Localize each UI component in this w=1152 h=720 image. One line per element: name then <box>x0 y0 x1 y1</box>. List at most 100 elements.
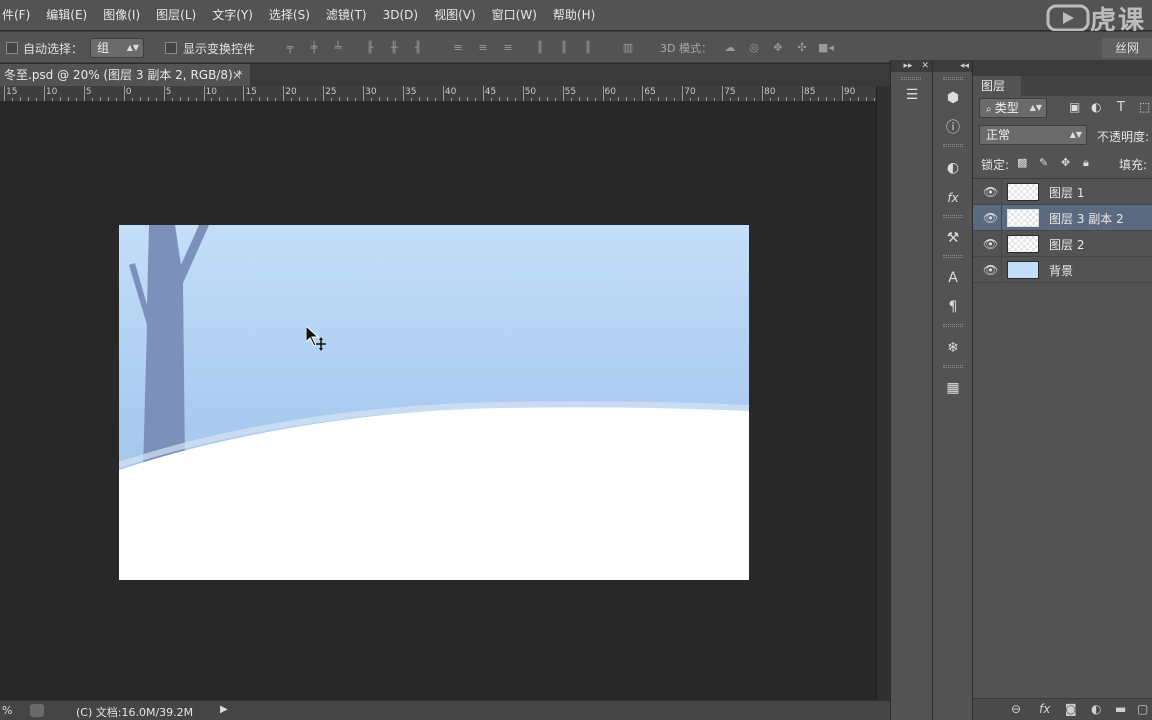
snowflake-icon[interactable]: ❄ <box>933 337 973 359</box>
lock-move-icon[interactable]: ✥ <box>1061 156 1070 169</box>
filter-adjustment-icon[interactable]: ◐ <box>1091 100 1101 114</box>
align-right-icon[interactable]: ╢ <box>410 41 426 55</box>
3d-roll-icon[interactable]: ◎ <box>746 41 762 55</box>
menu-edit[interactable]: 编辑(E) <box>38 0 95 30</box>
menu-window[interactable]: 窗口(W) <box>484 0 545 30</box>
distribute-right-icon[interactable]: ║ <box>580 41 596 55</box>
grip-handle[interactable] <box>901 77 921 80</box>
align-vcenter-icon[interactable]: ╪ <box>306 41 322 55</box>
ruler-label: 90 <box>843 87 856 97</box>
3d-cube-icon[interactable]: ⬢ <box>933 87 973 109</box>
close-dock-icon[interactable]: ✕ <box>921 61 929 71</box>
properties-icon[interactable]: ☰ <box>892 84 932 106</box>
add-mask-icon[interactable]: ◙ <box>1065 702 1077 716</box>
paragraph-icon[interactable]: ¶ <box>933 296 973 318</box>
menu-view[interactable]: 视图(V) <box>426 0 484 30</box>
add-style-icon[interactable]: fx <box>1039 702 1050 716</box>
menu-image[interactable]: 图像(I) <box>95 0 148 30</box>
ruler-tick <box>323 86 325 101</box>
menu-layer[interactable]: 图层(L) <box>148 0 204 30</box>
ruler-minor-tick <box>139 97 141 101</box>
filter-pixel-icon[interactable]: ▣ <box>1069 100 1080 114</box>
visibility-eye-icon[interactable]: 👁︎ <box>983 237 998 251</box>
new-layer-icon[interactable]: ▢ <box>1137 702 1148 716</box>
grip-handle[interactable] <box>943 144 963 147</box>
menu-filter[interactable]: 滤镜(T) <box>318 0 375 30</box>
lock-all-icon[interactable]: 🔒︎ <box>1083 156 1089 170</box>
workspace-button[interactable]: 丝网 <box>1102 38 1152 58</box>
align-hcenter-icon[interactable]: ╫ <box>386 41 402 55</box>
layer-row-3[interactable]: 👁︎ 图层 2 <box>973 231 1152 257</box>
ruler-label: 35 <box>405 87 417 97</box>
visibility-eye-icon[interactable]: 👁︎ <box>983 185 998 199</box>
brush-icon[interactable]: ⚒ <box>933 227 973 249</box>
status-icon[interactable] <box>30 704 44 717</box>
layer-row-1[interactable]: 👁︎ 图层 1 <box>973 179 1152 205</box>
grid-icon[interactable]: ▦ <box>933 377 973 399</box>
new-group-icon[interactable]: ▬ <box>1115 702 1126 716</box>
show-transform-checkbox[interactable] <box>165 42 177 54</box>
document-tab[interactable]: 冬至.psd @ 20% (图层 3 副本 2, RGB/8) * × <box>0 64 250 86</box>
layer-name[interactable]: 图层 3 副本 2 <box>1049 210 1124 227</box>
menu-file[interactable]: 件(F) <box>0 0 38 30</box>
distribute-hcenter-icon[interactable]: ║ <box>556 41 572 55</box>
visibility-eye-icon[interactable]: 👁︎ <box>983 211 998 225</box>
distribute-bottom-icon[interactable]: ≡ <box>500 41 516 55</box>
vertical-scrollbar[interactable] <box>876 86 890 700</box>
ruler-minor-tick <box>738 97 740 101</box>
grip-handle[interactable] <box>943 365 963 368</box>
status-menu-arrow-icon[interactable]: ▶ <box>220 704 228 715</box>
layer-name[interactable]: 背景 <box>1049 262 1073 279</box>
layers-tab[interactable]: 图层 <box>973 76 1021 96</box>
horizontal-ruler[interactable]: 15 10 5 0 5 10 15 20 25 30 35 40 45 50 55 60 65 70 75 80 85 9… <box>0 86 876 102</box>
layer-row-background[interactable]: 👁︎ 背景 <box>973 257 1152 283</box>
filter-shape-icon[interactable]: ⬚ <box>1139 100 1150 114</box>
3d-slide-icon[interactable]: ✣ <box>794 41 810 55</box>
character-icon[interactable]: A <box>933 267 973 289</box>
visibility-eye-icon[interactable]: 👁︎ <box>983 263 998 277</box>
filter-type-dropdown[interactable]: ⌕ 类型 ▲▼ <box>979 98 1047 118</box>
distribute-top-icon[interactable]: ≡ <box>450 41 466 55</box>
3d-rotate-icon[interactable]: ☁ <box>722 41 738 55</box>
link-layers-icon[interactable]: ⊖ <box>1011 702 1021 716</box>
fx-icon[interactable]: fx <box>933 187 973 209</box>
collapse-icon[interactable]: ▸▸ <box>904 61 913 71</box>
close-tab-icon[interactable]: × <box>232 64 242 86</box>
layer-name[interactable]: 图层 1 <box>1049 184 1084 201</box>
blend-mode-dropdown[interactable]: 正常 ▲▼ <box>979 125 1087 145</box>
ruler-tick <box>123 86 125 101</box>
grip-handle[interactable] <box>943 255 963 258</box>
auto-select-dropdown[interactable]: 组 ▲▼ <box>90 38 144 58</box>
distribute-vcenter-icon[interactable]: ≡ <box>475 41 491 55</box>
menu-type[interactable]: 文字(Y) <box>204 0 261 30</box>
ruler-label: 50 <box>524 87 537 97</box>
align-top-icon[interactable]: ╤ <box>282 41 298 55</box>
dock-collapse-icon[interactable]: ◂◂ <box>933 60 973 72</box>
distribute-left-icon[interactable]: ║ <box>532 41 548 55</box>
auto-align-icon[interactable]: ▥ <box>620 41 636 55</box>
3d-scale-icon[interactable]: ■◂ <box>818 41 834 55</box>
menu-select[interactable]: 选择(S) <box>261 0 318 30</box>
layer-name[interactable]: 图层 2 <box>1049 236 1084 253</box>
adjustments-icon[interactable]: ◐ <box>933 157 973 179</box>
grip-handle[interactable] <box>943 215 963 218</box>
menu-help[interactable]: 帮助(H) <box>545 0 603 30</box>
ruler-minor-tick <box>586 97 588 101</box>
grip-handle[interactable] <box>943 77 963 80</box>
tools-dock: ◂◂ ⬢ ⓘ ◐ fx ⚒ A ¶ ❄ ▦ <box>932 60 973 720</box>
align-left-icon[interactable]: ╟ <box>362 41 378 55</box>
document-canvas[interactable] <box>119 225 749 580</box>
layer-row-2-selected[interactable]: 👁︎ 图层 3 副本 2 <box>973 205 1152 231</box>
new-adjustment-icon[interactable]: ◐ <box>1091 702 1101 716</box>
lock-paint-icon[interactable]: ✎ <box>1039 156 1048 169</box>
lock-transparent-icon[interactable]: ▩ <box>1017 156 1027 169</box>
ruler-minor-tick <box>538 97 540 101</box>
filter-type-icon[interactable]: T <box>1117 100 1125 115</box>
menu-3d[interactable]: 3D(D) <box>375 0 426 30</box>
align-bottom-icon[interactable]: ╧ <box>330 41 346 55</box>
3d-drag-icon[interactable]: ✥ <box>770 41 786 55</box>
auto-select-checkbox[interactable] <box>6 42 18 54</box>
info-icon[interactable]: ⓘ <box>933 117 973 139</box>
grip-handle[interactable] <box>943 324 963 327</box>
zoom-level[interactable]: % <box>2 704 12 717</box>
